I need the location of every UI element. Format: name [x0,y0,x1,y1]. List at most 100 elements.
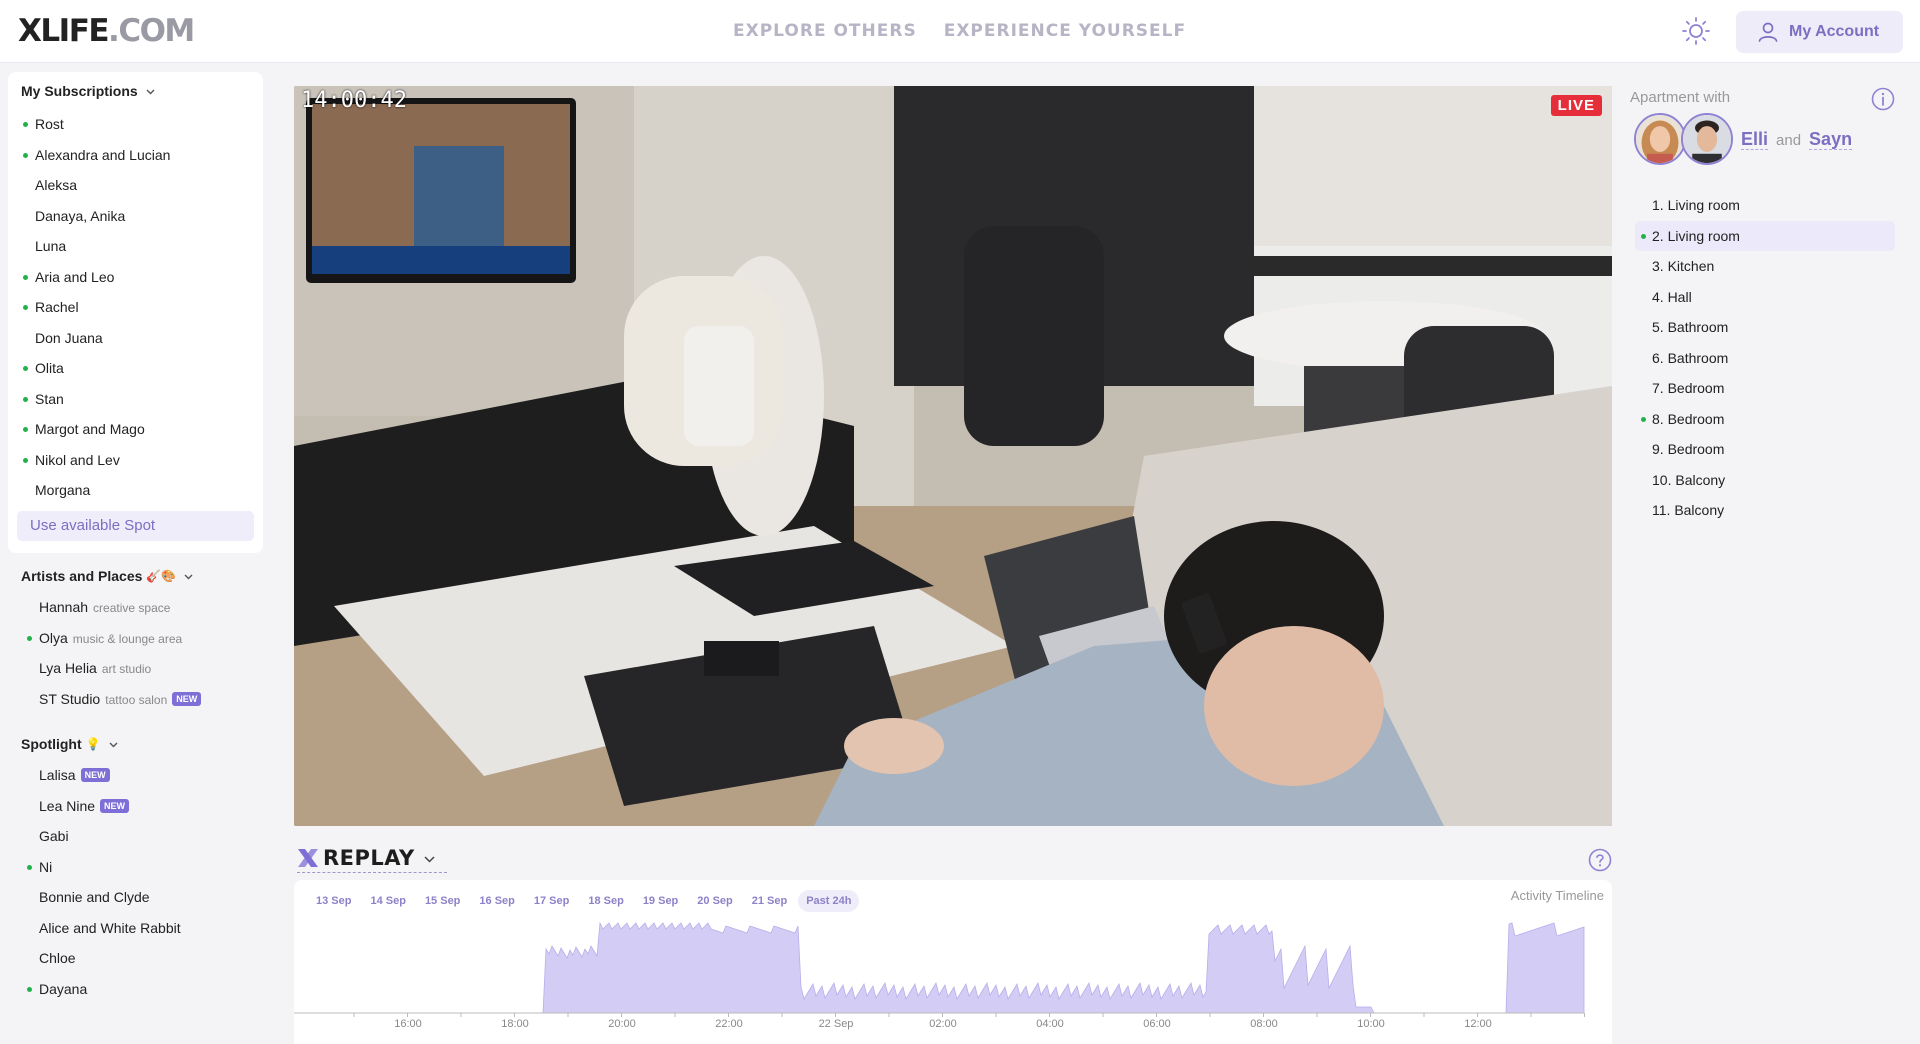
chevron-down-icon [109,742,118,747]
subscription-item-label: Rachel [35,299,79,315]
subscription-item[interactable]: Nikol and Lev [23,445,170,476]
hour-axis: 16:00 18:00 20:00 22:00 22 Sep 02:00 04:00 06:0… [294,1018,1612,1034]
subscription-item[interactable]: Margot and Mago [23,414,170,445]
online-status-dot [23,457,28,463]
artist-item[interactable]: Hannah creative space [39,592,201,623]
room-item[interactable]: 11. Balcony [1635,495,1895,526]
spotlight-item[interactable]: Lalisa NEW [39,760,181,791]
subscription-item[interactable]: Aria and Leo [23,262,170,293]
room-item[interactable]: 6. Bathroom [1635,343,1895,374]
spotlight-item-label: Lalisa [39,767,76,783]
chevron-down-icon [184,574,193,579]
artist-item[interactable]: Lya Helia art studio [39,653,201,684]
nav-experience-yourself[interactable]: EXPERIENCE YOURSELF [944,21,1186,41]
site-logo[interactable]: XLIFE.COM [18,14,195,48]
my-account-button[interactable]: My Account [1736,11,1903,53]
activity-timeline[interactable]: 13 Sep 14 Sep 15 Sep 16 Sep 17 Sep 18 Sep 19 S… [294,880,1612,1044]
spotlight-item[interactable]: Bonnie and Clyde [39,882,181,913]
online-status-dot [23,152,28,158]
theme-toggle-sun-icon[interactable] [1681,16,1711,46]
date-tab[interactable]: 16 Sep [471,890,522,912]
subscription-item[interactable]: Rost [23,109,170,140]
subscription-item[interactable]: Don Juana [35,323,170,354]
artist-item-label: Hannah [39,599,89,615]
date-tab[interactable]: 15 Sep [417,890,468,912]
avatar-elli-image [1636,115,1684,163]
resident-name-elli[interactable]: Elli [1741,129,1769,150]
online-status-dot [23,366,28,371]
spotlight-item[interactable]: Chloe [39,943,181,974]
subscriptions-header[interactable]: My Subscriptions [21,83,156,99]
spotlight-item[interactable]: Dayana [27,974,181,1005]
date-tab[interactable]: 20 Sep [689,890,740,912]
video-frame [294,86,1612,826]
subscription-item-label: Nikol and Lev [35,451,120,468]
subscription-item-label: Danaya, Anika [35,207,126,224]
room-item-label: 11. Balcony [1652,502,1725,518]
chevron-down-icon [146,89,155,94]
help-icon[interactable] [1588,848,1612,872]
room-item[interactable]: 10. Balcony [1635,465,1895,496]
subscription-item[interactable]: Morgana [35,475,170,506]
online-status-dot [23,305,28,310]
date-tab[interactable]: 21 Sep [744,890,795,912]
new-badge: NEW [100,798,130,813]
nav-explore-others[interactable]: EXPLORE OTHERS [733,21,917,41]
room-item-label: 2. Living room [1652,227,1740,244]
activity-chart[interactable] [294,920,1612,1018]
online-status-dot [23,396,28,402]
spotlight-item[interactable]: Gabi [39,821,181,852]
room-item[interactable]: 1. Living room [1635,190,1895,221]
avatar-sayn[interactable] [1681,113,1733,165]
spotlight-header[interactable]: Spotlight 💡 [21,736,119,752]
spotlight-item[interactable]: Ni [27,852,181,883]
activity-timeline-title: Activity Timeline [1510,888,1604,903]
activity-area [294,921,1585,1014]
artist-item[interactable]: Olya music & lounge area [27,623,201,654]
spotlight-item[interactable]: Alice and White Rabbit [39,913,181,944]
artist-item[interactable]: ST Studio tattoo salon NEW [39,684,202,715]
room-item[interactable]: 9. Bedroom [1635,434,1895,465]
date-tab[interactable]: 19 Sep [635,890,686,912]
room-item[interactable]: 4. Hall [1635,282,1895,313]
date-tab[interactable]: Past 24h [798,890,860,912]
subscription-item-label: Aria and Leo [35,268,115,285]
date-tab[interactable]: 17 Sep [526,890,577,912]
subscription-item[interactable]: Danaya, Anika [35,201,170,232]
room-item[interactable]: 5. Bathroom [1635,312,1895,343]
artists-header[interactable]: Artists and Places 🎸🎨 [21,568,194,584]
date-tab[interactable]: 14 Sep [362,890,413,912]
subscription-item[interactable]: Luna [35,231,170,262]
subscription-item[interactable]: Rachel [23,292,170,323]
room-item[interactable]: 2. Living room [1635,220,1895,251]
room-item[interactable]: 7. Bedroom [1635,373,1895,404]
online-status-dot [23,122,28,127]
use-available-spot-button[interactable]: Use available Spot [17,511,254,541]
room-item[interactable]: 3. Kitchen [1635,251,1895,282]
live-video-player[interactable]: 14:00:42 LIVE [294,86,1612,826]
subscription-item[interactable]: Aleksa [35,170,170,201]
room-item-label: 9. Bedroom [1652,441,1725,457]
room-item-label: 5. Bathroom [1652,319,1729,335]
online-status-dot [23,274,28,280]
subscription-item[interactable]: Olita [23,353,170,384]
subscriptions-title: My Subscriptions [21,83,138,99]
artist-item-subtitle: creative space [93,601,171,615]
online-status-dot [1641,416,1646,422]
room-item-label: 4. Hall [1652,288,1692,305]
subscription-item[interactable]: Alexandra and Lucian [23,140,170,171]
avatar-elli[interactable] [1634,113,1686,165]
info-icon[interactable] [1871,87,1895,111]
spotlight-item[interactable]: Lea Nine NEW [39,791,181,822]
subscription-item[interactable]: Stan [23,384,170,415]
room-item[interactable]: 8. Bedroom [1635,404,1895,435]
subscription-item-label: Morgana [35,482,91,498]
artist-item-subtitle: art studio [101,662,152,676]
replay-dropdown[interactable]: REPLAY [297,846,436,870]
date-tab[interactable]: 18 Sep [580,890,631,912]
replay-title: REPLAY [323,846,415,870]
date-tab[interactable]: 13 Sep [308,890,359,912]
avatar-sayn-image [1683,115,1731,163]
user-icon [1758,22,1778,42]
resident-name-sayn[interactable]: Sayn [1809,129,1853,150]
